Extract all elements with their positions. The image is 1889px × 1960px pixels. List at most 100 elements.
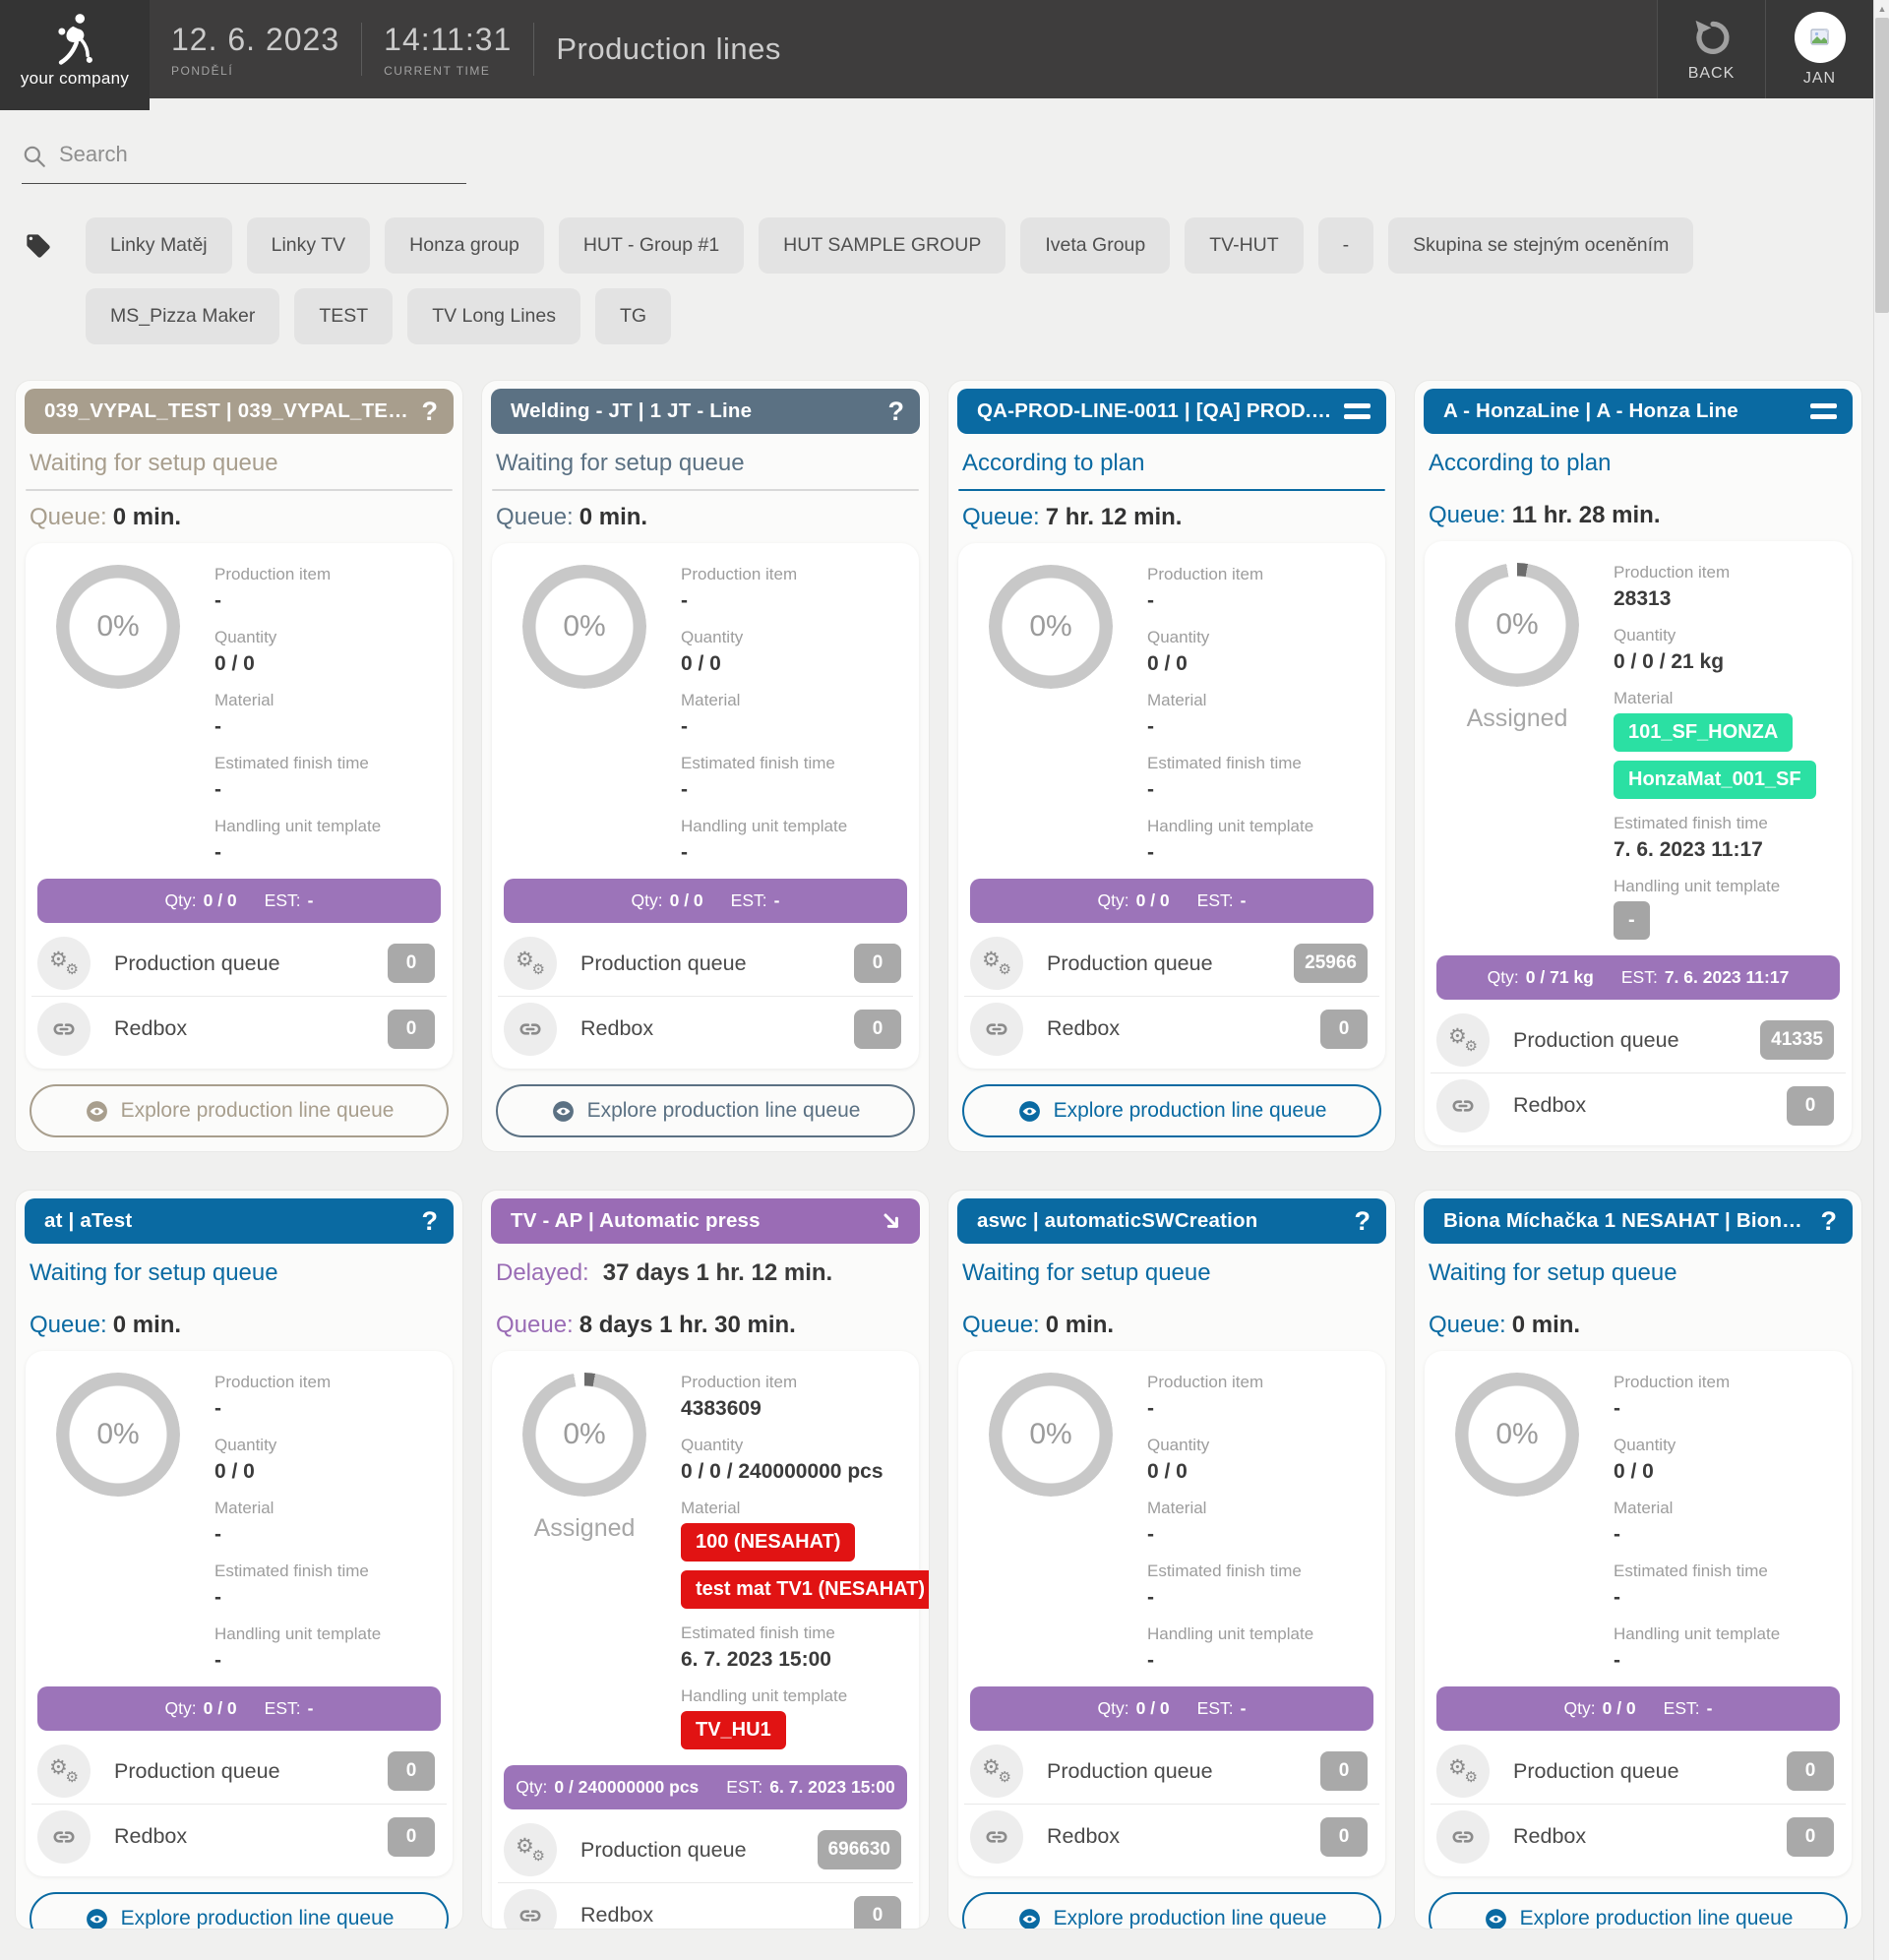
card-header-icon-button[interactable]: [1334, 403, 1371, 419]
card-header[interactable]: QA-PROD-LINE-0011 | [QA] PROD. LINE ...: [957, 389, 1386, 434]
tag-chip[interactable]: Linky TV: [247, 217, 371, 274]
qty-value: 0 / 0: [204, 1698, 237, 1719]
redbox-count: 0: [1320, 1817, 1368, 1857]
qty-est-bar[interactable]: Qty:0 / 0 EST:-: [37, 1686, 441, 1731]
explore-queue-button[interactable]: Explore production line queue: [30, 1084, 449, 1137]
card-header-icon-button[interactable]: ?: [412, 397, 439, 427]
tag-chip[interactable]: TV Long Lines: [407, 288, 580, 344]
production-queue-row[interactable]: ⚙⚙ Production queue 0: [498, 931, 913, 996]
est-label: EST:: [731, 890, 767, 911]
queue-label: Queue:: [962, 1312, 1040, 1338]
card-panel: 0% Production item - Quantity 0 / 0 Mate…: [492, 543, 919, 1069]
item-fields: Production item - Quantity 0 / 0 Materia…: [1126, 565, 1368, 865]
card-header-icon-button[interactable]: ?: [879, 397, 905, 427]
est-value: -: [308, 890, 314, 911]
user-menu-button[interactable]: JAN: [1765, 0, 1873, 98]
production-queue-row[interactable]: ⚙⚙ Production queue 696630: [498, 1817, 913, 1882]
eye-icon: [1017, 1099, 1042, 1124]
card-header-icon-button[interactable]: [1800, 403, 1837, 419]
queue-label: Queue:: [962, 504, 1040, 530]
tag-chip[interactable]: MS_Pizza Maker: [86, 288, 279, 344]
card-header[interactable]: aswc | automaticSWCreation ?: [957, 1198, 1386, 1244]
production-queue-row[interactable]: ⚙⚙ Production queue 25966: [964, 931, 1379, 996]
queue-line: Queue:7 hr. 12 min.: [962, 504, 1381, 531]
tag-chip[interactable]: Skupina se stejným oceněním: [1388, 217, 1693, 274]
card-header[interactable]: TV - AP | Automatic press: [491, 1198, 920, 1244]
vertical-scrollbar[interactable]: ▲: [1873, 0, 1889, 1960]
card-header-icon-button[interactable]: [869, 1208, 904, 1234]
company-logo[interactable]: your company: [0, 0, 150, 110]
qty-est-bar[interactable]: Qty:0 / 71 kg EST:7. 6. 2023 11:17: [1436, 955, 1840, 1000]
back-button[interactable]: BACK: [1657, 0, 1765, 98]
explore-queue-button[interactable]: Explore production line queue: [496, 1084, 915, 1137]
redbox-row[interactable]: Redbox 0: [964, 996, 1379, 1061]
field-label: Handling unit template: [1614, 1624, 1834, 1644]
redbox-row[interactable]: Redbox 0: [1431, 1804, 1846, 1868]
card-header[interactable]: Biona Míchačka 1 NESAHAT | Biona - Míc..…: [1424, 1198, 1853, 1244]
field-value: -: [1147, 1649, 1368, 1673]
item-fields: Production item - Quantity 0 / 0 Materia…: [1126, 1373, 1368, 1673]
card-header[interactable]: A - HonzaLine | A - Honza Line: [1424, 389, 1853, 434]
redbox-row[interactable]: Redbox 0: [31, 1804, 447, 1868]
menu-icon: [1344, 403, 1371, 419]
card-header-icon-button[interactable]: ?: [1811, 1206, 1838, 1237]
est-value: -: [774, 890, 780, 911]
qty-est-bar[interactable]: Qty:0 / 0 EST:-: [970, 1686, 1373, 1731]
explore-queue-button[interactable]: Explore production line queue: [1429, 1892, 1848, 1929]
production-queue-row[interactable]: ⚙⚙ Production queue 0: [964, 1739, 1379, 1804]
production-queue-label: Production queue: [580, 1838, 747, 1863]
queue-label: Queue:: [1429, 502, 1506, 528]
card-header-icon-button[interactable]: ?: [412, 1206, 439, 1237]
qty-est-bar[interactable]: Qty:0 / 0 EST:-: [504, 879, 907, 923]
estimated-finish-value: -: [1614, 1586, 1834, 1610]
tag-chip[interactable]: Iveta Group: [1020, 217, 1170, 274]
qty-label: Qty:: [165, 1698, 197, 1719]
qty-est-bar[interactable]: Qty:0 / 240000000 pcs EST:6. 7. 2023 15:…: [504, 1765, 907, 1809]
tag-chip[interactable]: TG: [595, 288, 671, 344]
redbox-row[interactable]: Redbox 0: [498, 996, 913, 1061]
scrollbar-thumb[interactable]: [1875, 18, 1889, 313]
estimated-finish-value: -: [214, 1586, 435, 1610]
field-label: Material: [1614, 689, 1834, 708]
explore-queue-button[interactable]: Explore production line queue: [30, 1892, 449, 1929]
status-text: According to plan: [1429, 450, 1611, 476]
tag-chip[interactable]: HUT SAMPLE GROUP: [759, 217, 1005, 274]
qty-est-bar[interactable]: Qty:0 / 0 EST:-: [37, 879, 441, 923]
qty-est-bar[interactable]: Qty:0 / 0 EST:-: [970, 879, 1373, 923]
tag-chip[interactable]: TEST: [294, 288, 393, 344]
redbox-row[interactable]: Redbox 0: [498, 1882, 913, 1929]
search-input[interactable]: [22, 138, 466, 184]
tag-chip[interactable]: Honza group: [385, 217, 544, 274]
card-header[interactable]: at | aTest ?: [25, 1198, 454, 1244]
qty-est-bar[interactable]: Qty:0 / 0 EST:-: [1436, 1686, 1840, 1731]
status-progress-bar: [492, 489, 919, 491]
current-time-label: CURRENT TIME: [384, 64, 512, 78]
status-value: 37 days 1 hr. 12 min.: [603, 1259, 832, 1286]
explore-queue-button[interactable]: Explore production line queue: [962, 1084, 1381, 1137]
explore-queue-button[interactable]: Explore production line queue: [962, 1892, 1381, 1929]
redbox-row[interactable]: Redbox 0: [964, 1804, 1379, 1868]
card-header[interactable]: 039_VYPAL_TEST | 039_VYPAL_TEST ?: [25, 389, 454, 434]
redbox-label: Redbox: [1047, 1016, 1120, 1041]
field-label: Quantity: [214, 1436, 435, 1455]
production-queue-row[interactable]: ⚙⚙ Production queue 0: [1431, 1739, 1846, 1804]
card-header[interactable]: Welding - JT | 1 JT - Line ?: [491, 389, 920, 434]
tag-chip[interactable]: TV-HUT: [1185, 217, 1303, 274]
quantity-value: 0 / 0 / 240000000 pcs: [681, 1460, 901, 1484]
tag-chip[interactable]: -: [1318, 217, 1374, 274]
redbox-row[interactable]: Redbox 0: [1431, 1072, 1846, 1137]
redbox-count: 0: [1787, 1817, 1834, 1857]
field-label: Estimated finish time: [214, 754, 435, 773]
card-panel: 0% Production item - Quantity 0 / 0 Mate…: [958, 1351, 1385, 1876]
redbox-row[interactable]: Redbox 0: [31, 996, 447, 1061]
tag-chip[interactable]: Linky Matěj: [86, 217, 232, 274]
tag-chip[interactable]: HUT - Group #1: [559, 217, 744, 274]
production-queue-row[interactable]: ⚙⚙ Production queue 0: [31, 1739, 447, 1804]
status-text: According to plan: [962, 450, 1144, 476]
production-queue-row[interactable]: ⚙⚙ Production queue 41335: [1431, 1008, 1846, 1072]
scrollbar-up-arrow[interactable]: ▲: [1874, 0, 1889, 18]
est-label: EST:: [1197, 890, 1234, 911]
field-label: Material: [1147, 1499, 1368, 1518]
production-queue-row[interactable]: ⚙⚙ Production queue 0: [31, 931, 447, 996]
card-header-icon-button[interactable]: ?: [1345, 1206, 1371, 1237]
